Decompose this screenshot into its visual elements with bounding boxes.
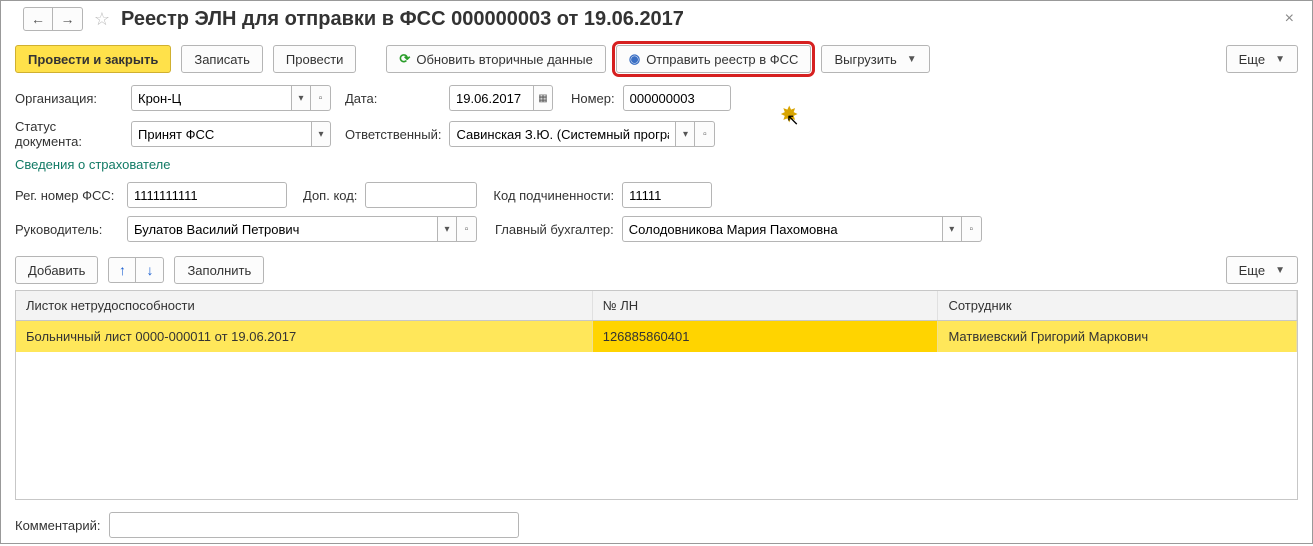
add-row-button[interactable]: Добавить [15,256,98,284]
chevron-down-icon: ▼ [1275,265,1285,276]
comment-input[interactable] [109,512,519,538]
date-label: Дата: [345,91,385,106]
resp-label: Ответственный: [345,127,441,142]
reg-input[interactable] [127,182,287,208]
dop-label: Доп. код: [303,188,357,203]
fill-button[interactable]: Заполнить [174,256,264,284]
nav-forward-button[interactable]: → [53,7,83,31]
head-label: Руководитель: [15,222,119,237]
resp-open-button[interactable]: ▫ [695,121,715,147]
head-input[interactable] [127,216,437,242]
comment-label: Комментарий: [15,518,101,533]
nav-back-button[interactable]: ← [23,7,53,31]
date-input[interactable] [449,85,533,111]
save-button[interactable]: Записать [181,45,263,73]
dop-input[interactable] [365,182,477,208]
col-emp[interactable]: Сотрудник [938,291,1297,321]
reg-label: Рег. номер ФСС: [15,188,119,203]
col-doc[interactable]: Листок нетрудоспособности [16,291,592,321]
more-label: Еще [1239,263,1265,278]
window-title: Реестр ЭЛН для отправки в ФСС 000000003 … [121,8,684,31]
col-num[interactable]: № ЛН [592,291,938,321]
move-up-button[interactable]: ↑ [108,257,136,283]
more-button-table[interactable]: Еще ▼ [1226,256,1298,284]
send-label: Отправить реестр в ФСС [646,52,798,67]
cell-num[interactable]: 126885860401 [592,321,938,353]
export-button[interactable]: Выгрузить ▼ [821,45,929,73]
favorite-star-icon[interactable]: ☆ [91,8,113,30]
more-label: Еще [1239,52,1265,67]
head-open-button[interactable]: ▫ [457,216,477,242]
refresh-secondary-button[interactable]: ⟳ Обновить вторичные данные [386,45,605,73]
org-dropdown-button[interactable]: ▾ [291,85,311,111]
more-button-top[interactable]: Еще ▼ [1226,45,1298,73]
date-picker-button[interactable]: ▦ [533,85,553,111]
sub-input[interactable] [622,182,712,208]
acc-open-button[interactable]: ▫ [962,216,982,242]
post-button[interactable]: Провести [273,45,357,73]
status-input[interactable] [131,121,311,147]
insurer-section-title: Сведения о страхователе [15,157,1298,172]
head-dropdown-button[interactable]: ▾ [437,216,457,242]
cell-emp[interactable]: Матвиевский Григорий Маркович [938,321,1297,353]
post-and-close-button[interactable]: Провести и закрыть [15,45,171,73]
cell-doc[interactable]: Больничный лист 0000-000011 от 19.06.201… [16,321,592,353]
num-input[interactable] [623,85,731,111]
acc-dropdown-button[interactable]: ▾ [942,216,962,242]
refresh-icon: ⟳ [399,51,410,67]
sub-label: Код подчиненности: [493,188,614,203]
send-registry-button[interactable]: ◉ Отправить реестр в ФСС [616,45,812,73]
status-dropdown-button[interactable]: ▾ [311,121,331,147]
resp-dropdown-button[interactable]: ▾ [675,121,695,147]
acc-label: Главный бухгалтер: [495,222,614,237]
chevron-down-icon: ▼ [907,54,917,65]
sick-leave-grid[interactable]: Листок нетрудоспособности № ЛН Сотрудник… [15,290,1298,500]
resp-input[interactable] [449,121,675,147]
org-open-button[interactable]: ▫ [311,85,331,111]
export-label: Выгрузить [834,52,896,67]
refresh-label: Обновить вторичные данные [416,52,593,67]
table-row[interactable]: Больничный лист 0000-000011 от 19.06.201… [16,321,1297,353]
eye-icon: ◉ [629,51,640,67]
move-down-button[interactable]: ↓ [136,257,164,283]
org-input[interactable] [131,85,291,111]
close-icon[interactable]: × [1279,10,1300,28]
org-label: Организация: [15,91,123,106]
status-label: Статус документа: [15,119,123,149]
num-label: Номер: [571,91,615,106]
chevron-down-icon: ▼ [1275,54,1285,65]
acc-input[interactable] [622,216,942,242]
